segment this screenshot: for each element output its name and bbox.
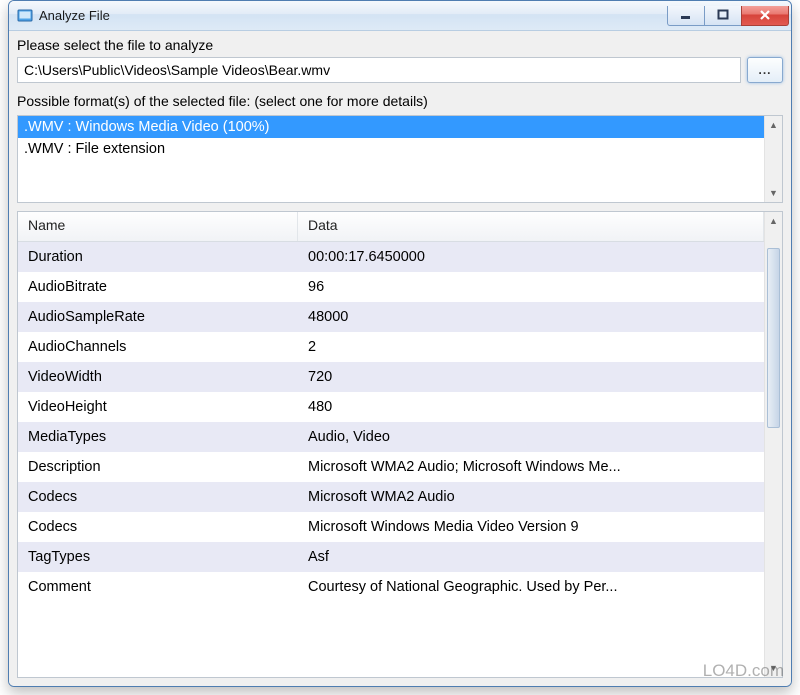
maximize-button[interactable] [704,6,742,26]
table-row[interactable]: VideoHeight480 [18,392,764,422]
table-row[interactable]: CodecsMicrosoft WMA2 Audio [18,482,764,512]
cell-name: AudioBitrate [18,279,298,295]
table-row[interactable]: MediaTypesAudio, Video [18,422,764,452]
cell-name: Description [18,459,298,475]
table-row[interactable]: CommentCourtesy of National Geographic. … [18,572,764,602]
details-table: Name Data Duration00:00:17.6450000AudioB… [17,211,783,678]
titlebar[interactable]: Analyze File [9,1,791,31]
table-row[interactable]: TagTypesAsf [18,542,764,572]
cell-name: TagTypes [18,549,298,565]
table-row[interactable]: DescriptionMicrosoft WMA2 Audio; Microso… [18,452,764,482]
cell-name: Codecs [18,489,298,505]
details-scrollbar[interactable]: ▲ ▼ [764,212,782,677]
cell-data: Microsoft WMA2 Audio; Microsoft Windows … [298,459,764,475]
cell-data: Courtesy of National Geographic. Used by… [298,579,764,595]
table-row[interactable]: VideoWidth720 [18,362,764,392]
scroll-up-icon[interactable]: ▲ [765,116,782,134]
cell-name: Duration [18,249,298,265]
table-row[interactable]: Duration00:00:17.6450000 [18,242,764,272]
table-header[interactable]: Name Data [18,212,764,242]
scroll-down-icon[interactable]: ▼ [765,184,782,202]
cell-data: 48000 [298,309,764,325]
format-item[interactable]: .WMV : Windows Media Video (100%) [18,116,764,138]
cell-data: 720 [298,369,764,385]
cell-name: VideoWidth [18,369,298,385]
header-name[interactable]: Name [18,212,298,241]
scrollbar-thumb[interactable] [767,248,780,428]
table-row[interactable]: AudioChannels2 [18,332,764,362]
cell-name: MediaTypes [18,429,298,445]
cell-data: Audio, Video [298,429,764,445]
table-row[interactable]: CodecsMicrosoft Windows Media Video Vers… [18,512,764,542]
cell-name: AudioChannels [18,339,298,355]
cell-data: Microsoft WMA2 Audio [298,489,764,505]
formats-label: Possible format(s) of the selected file:… [17,93,783,109]
window-title: Analyze File [39,8,668,23]
formats-scrollbar[interactable]: ▲ ▼ [764,116,782,202]
scroll-down-icon[interactable]: ▼ [765,659,782,677]
table-row[interactable]: AudioBitrate96 [18,272,764,302]
analyze-file-window: Analyze File Please select the file to a… [8,0,792,687]
table-row[interactable]: AudioSampleRate48000 [18,302,764,332]
cell-name: Comment [18,579,298,595]
cell-data: Microsoft Windows Media Video Version 9 [298,519,764,535]
header-data[interactable]: Data [298,212,764,241]
window-controls [668,6,789,26]
scroll-up-icon[interactable]: ▲ [765,212,782,230]
cell-name: VideoHeight [18,399,298,415]
cell-data: 480 [298,399,764,415]
client-area: Please select the file to analyze ... Po… [9,31,791,686]
cell-data: Asf [298,549,764,565]
cell-data: 96 [298,279,764,295]
file-select-label: Please select the file to analyze [17,37,783,53]
app-icon [17,8,33,24]
formats-listbox[interactable]: .WMV : Windows Media Video (100%).WMV : … [17,115,783,203]
file-path-input[interactable] [17,57,741,83]
minimize-button[interactable] [667,6,705,26]
browse-button[interactable]: ... [747,57,783,83]
cell-name: Codecs [18,519,298,535]
cell-name: AudioSampleRate [18,309,298,325]
format-item[interactable]: .WMV : File extension [18,138,764,160]
cell-data: 00:00:17.6450000 [298,249,764,265]
close-button[interactable] [741,6,789,26]
cell-data: 2 [298,339,764,355]
